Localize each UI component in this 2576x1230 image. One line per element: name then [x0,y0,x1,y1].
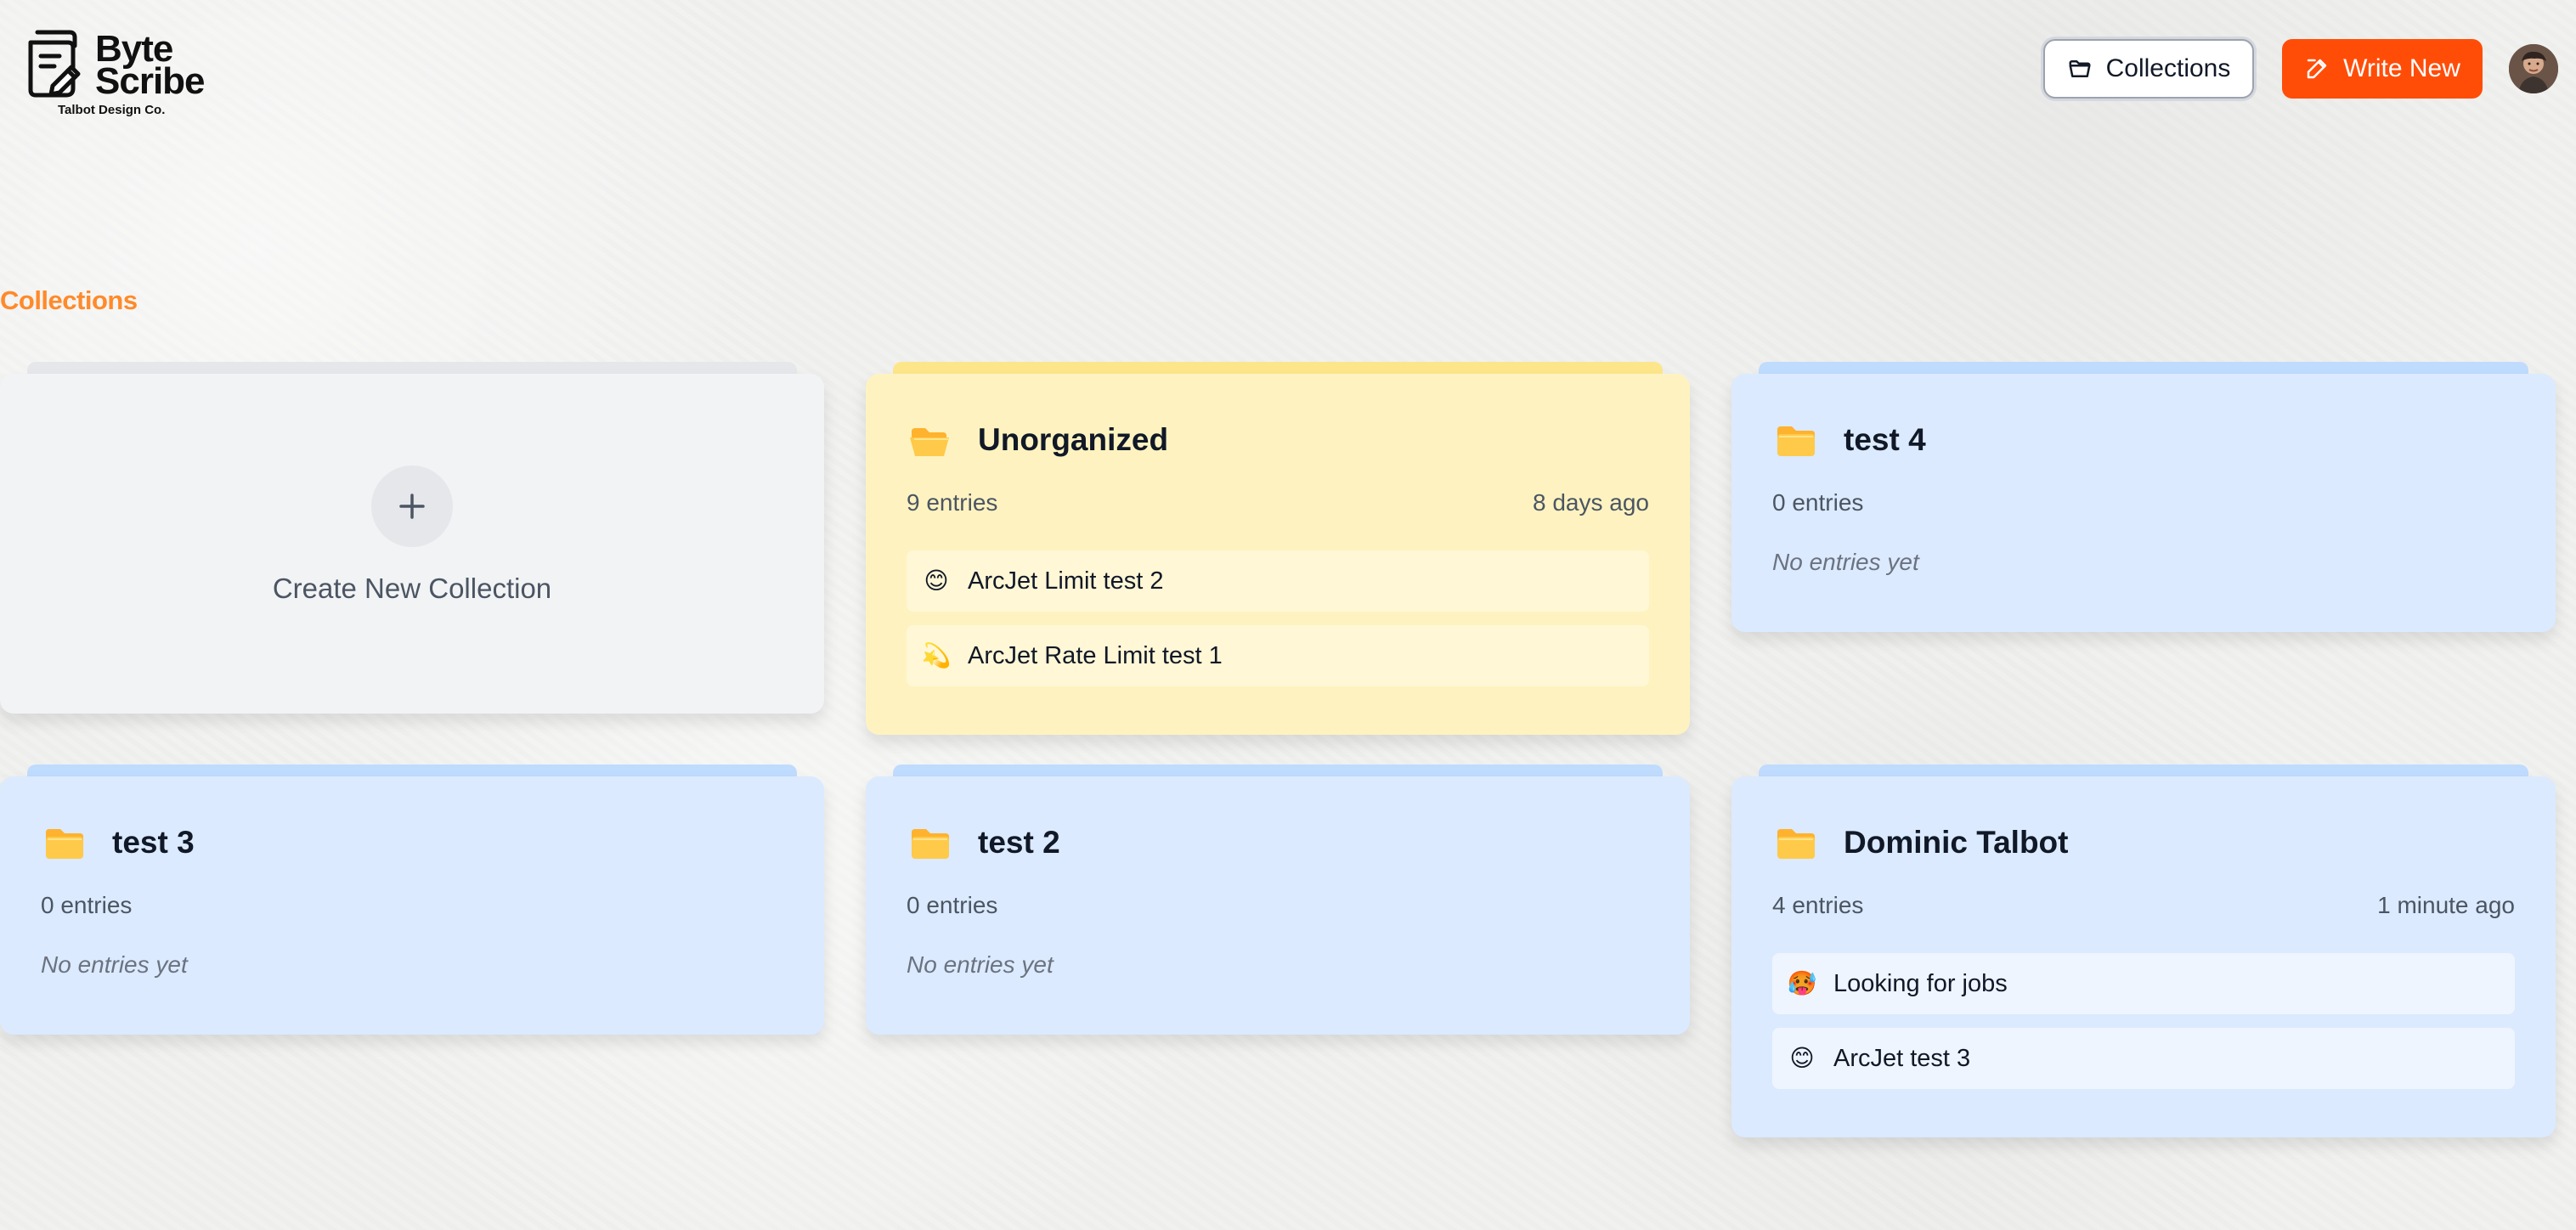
collections-button-label: Collections [2105,54,2231,82]
collection-meta: 0 entries [1772,486,2515,520]
page-title: Collections [0,285,138,315]
write-new-button-label: Write New [2343,54,2460,82]
empty-state-text: No entries yet [41,951,188,978]
entry-count: 0 entries [1772,489,1864,516]
edit-icon [2307,59,2327,79]
entry-count: 9 entries [907,489,998,516]
plus-icon [371,465,453,547]
create-collection-label: Create New Collection [272,573,552,604]
create-collection-card[interactable]: Create New Collection [0,374,824,714]
collection-card-body[interactable]: Dominic Talbot 4 entries 1 minute ago 🥵 … [1731,776,2556,1137]
list-item[interactable]: 🥵 Looking for jobs [1772,953,2515,1014]
collection-title: test 2 [978,825,1060,860]
collection-meta: 9 entries 8 days ago [907,486,1649,520]
collection-meta: 0 entries [41,889,783,922]
dizzy-emoji-icon: 💫 [921,642,952,669]
entry-count: 0 entries [41,892,133,918]
collection-meta: 4 entries 1 minute ago [1772,889,2515,922]
collection-title-row: test 2 [907,817,1649,868]
entry-title: ArcJet Rate Limit test 1 [968,641,1223,669]
collection-title: Unorganized [978,422,1169,457]
entry-title: ArcJet Limit test 2 [968,567,1164,595]
smile-emoji-icon: 😊 [924,567,949,594]
collection-title: Dominic Talbot [1844,825,2069,860]
user-avatar-icon [2509,44,2558,93]
folder-open-icon [910,428,949,456]
collection-card-body[interactable]: test 3 0 entries No entries yet [0,776,824,1035]
entry-title: ArcJet test 3 [1833,1044,1971,1072]
smile-emoji-icon: 😊 [1789,1045,1815,1071]
entry-count: 0 entries [907,892,998,918]
brand-line-2: Scribe [95,60,206,102]
brand-logo[interactable]: Byte Scribe Talbot Design Co. [24,25,206,121]
collection-card-body[interactable]: test 2 0 entries No entries yet [866,776,1690,1035]
collection-card-test-4[interactable]: test 4 0 entries No entries yet [1731,362,2556,634]
hot-face-emoji-icon: 🥵 [1787,970,1817,996]
collection-card-test-2[interactable]: test 2 0 entries No entries yet [866,765,1690,1036]
list-item[interactable]: 😊 ArcJet Limit test 2 [907,550,1649,612]
collection-card-test-3[interactable]: test 3 0 entries No entries yet [0,765,824,1036]
updated-time: 1 minute ago [2377,892,2515,918]
write-new-button[interactable]: Write New [2282,39,2483,99]
collection-card-body[interactable]: Unorganized 9 entries 8 days ago 😊 ArcJe… [866,374,1690,735]
top-header: Byte Scribe Talbot Design Co. Collection… [0,0,2576,136]
folder-icon [1777,426,1815,456]
avatar[interactable] [2509,44,2558,93]
collections-button[interactable]: Collections [2043,39,2254,99]
updated-time: 8 days ago [1533,489,1649,516]
empty-state-text: No entries yet [907,951,1054,978]
collection-title: test 3 [112,825,195,860]
document-pen-logo-icon [28,30,81,98]
folder-icon [912,829,949,859]
empty-state-text: No entries yet [1772,549,1919,575]
collection-title-row: test 4 [1772,415,2515,465]
create-collection-tile[interactable]: Create New Collection [0,362,824,719]
entry-count: 4 entries [1772,892,1864,918]
collection-title-row: test 3 [41,817,783,868]
collection-card-dominic-talbot[interactable]: Dominic Talbot 4 entries 1 minute ago 🥵 … [1731,765,2556,1143]
collection-meta: 0 entries [907,889,1649,922]
collection-title-row: Unorganized [907,415,1649,465]
collection-card-unorganized[interactable]: Unorganized 9 entries 8 days ago 😊 ArcJe… [866,362,1690,736]
folder-open-icon [2069,60,2091,77]
list-item[interactable]: 😊 ArcJet test 3 [1772,1028,2515,1089]
entry-list: 🥵 Looking for jobs 😊 ArcJet test 3 [1772,953,2515,1089]
folder-icon [46,829,83,859]
brand-subtitle: Talbot Design Co. [58,103,166,117]
collection-title: test 4 [1844,422,1926,457]
collection-title-row: Dominic Talbot [1772,817,2515,868]
entry-title: Looking for jobs [1833,969,2008,997]
entry-list: 😊 ArcJet Limit test 2 💫 ArcJet Rate Limi… [907,550,1649,686]
collection-card-body[interactable]: test 4 0 entries No entries yet [1731,374,2556,632]
folder-icon [1777,829,1815,859]
list-item[interactable]: 💫 ArcJet Rate Limit test 1 [907,625,1649,686]
